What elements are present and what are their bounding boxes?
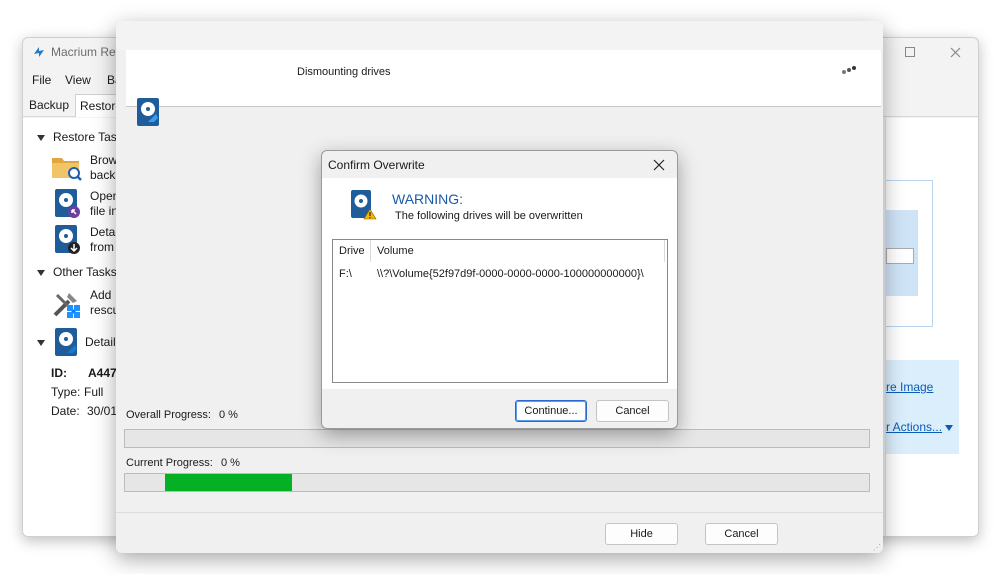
collapse-triangle-icon xyxy=(37,269,45,276)
confirm-dialog-title: Confirm Overwrite xyxy=(328,158,425,172)
maximize-button[interactable] xyxy=(888,38,932,66)
task-add-rescue[interactable]: Add rescu xyxy=(90,288,119,318)
current-progress-value: 0 % xyxy=(221,457,240,469)
confirm-overwrite-dialog: Confirm Overwrite WARNING: The following… xyxy=(321,150,678,429)
detail-id-label: ID: xyxy=(51,366,67,380)
tools-windows-icon[interactable] xyxy=(51,289,80,318)
detail-type-label: Type: xyxy=(51,385,81,399)
progress-title-bar xyxy=(116,21,883,50)
right-pane: re Image r Actions... xyxy=(885,118,978,536)
other-tasks-header[interactable]: Other Tasks xyxy=(37,265,117,279)
row-drive: F:\ xyxy=(339,268,352,280)
status-text: Dismounting drives xyxy=(297,66,391,78)
disk-detach-icon[interactable] xyxy=(53,224,81,254)
hide-button[interactable]: Hide xyxy=(605,523,678,545)
menu-file[interactable]: File xyxy=(32,73,51,87)
close-window-button[interactable] xyxy=(933,38,977,66)
drives-list[interactable]: Drive Volume F:\ \\?\Volume{52f97d9f-000… xyxy=(332,239,668,383)
detail-type: Type: Full xyxy=(51,385,103,399)
busy-indicator-icon xyxy=(841,65,857,78)
folder-search-icon[interactable] xyxy=(51,152,82,181)
tab-backup[interactable]: Backup xyxy=(25,94,73,116)
row-volume: \\?\Volume{52f97d9f-0000-0000-0000-10000… xyxy=(377,268,644,280)
collapse-triangle-icon xyxy=(37,134,45,141)
menu-view[interactable]: View xyxy=(65,73,91,87)
current-progress-bar xyxy=(124,473,870,492)
app-logo-icon xyxy=(32,45,46,59)
details-header[interactable] xyxy=(37,335,53,349)
current-progress-fill xyxy=(165,474,292,491)
task-browse-line2: back xyxy=(90,168,116,182)
close-icon[interactable] xyxy=(653,154,665,175)
column-separator xyxy=(370,240,371,262)
warning-heading: WARNING: xyxy=(392,191,464,207)
actions-link[interactable]: r Actions... xyxy=(886,420,942,434)
actions-dropdown-icon[interactable] xyxy=(945,425,953,431)
task-browse-line1: Brow xyxy=(90,153,118,167)
tasks-pane: Restore Task Brow back Open file in Deta… xyxy=(23,118,123,536)
disk-open-icon[interactable] xyxy=(53,188,81,218)
image-field xyxy=(886,248,914,264)
other-tasks-label: Other Tasks xyxy=(53,265,117,279)
column-drive[interactable]: Drive xyxy=(339,245,365,257)
disk-image-icon xyxy=(53,327,81,356)
actions-panel: re Image r Actions... xyxy=(886,360,959,454)
disk-warning-icon xyxy=(350,189,378,224)
progress-cancel-button[interactable]: Cancel xyxy=(705,523,778,545)
progress-footer: Hide Cancel xyxy=(116,512,883,553)
restore-image-link[interactable]: re Image xyxy=(886,380,933,394)
detail-id: ID: A447 xyxy=(51,366,117,380)
detail-id-value: A447 xyxy=(88,366,117,380)
task-add-line2: rescu xyxy=(90,303,120,317)
restore-tasks-header[interactable]: Restore Task xyxy=(37,130,123,144)
continue-button[interactable]: Continue... xyxy=(515,400,587,422)
detail-date-label: Date: xyxy=(51,404,80,418)
detail-type-value: Full xyxy=(84,385,104,399)
task-open-line2: file in xyxy=(90,204,119,218)
task-open-line1: Open xyxy=(90,189,120,203)
restore-tasks-label: Restore Task xyxy=(53,130,123,144)
confirm-cancel-button[interactable]: Cancel xyxy=(596,400,669,422)
task-open[interactable]: Open file in xyxy=(90,189,119,219)
collapse-triangle-icon xyxy=(37,339,45,346)
detail-date: Date: 30/01 xyxy=(51,404,117,418)
task-browse[interactable]: Brow back xyxy=(90,153,117,183)
task-add-line1: Add xyxy=(90,288,112,302)
overall-progress-label: Overall Progress: xyxy=(126,409,211,421)
disk-image-icon xyxy=(136,97,162,127)
overall-progress-bar xyxy=(124,429,870,448)
column-separator xyxy=(664,240,665,262)
current-progress-label: Current Progress: xyxy=(126,457,213,469)
detail-date-value: 30/01 xyxy=(87,404,118,418)
column-volume[interactable]: Volume xyxy=(377,245,414,257)
overall-progress-value: 0 % xyxy=(219,409,238,421)
main-window-title: Macrium Ref xyxy=(51,45,120,59)
warning-text: The following drives will be overwritten xyxy=(395,210,583,222)
resize-grip-icon[interactable]: ⋰ xyxy=(873,543,881,552)
progress-header xyxy=(126,50,881,107)
